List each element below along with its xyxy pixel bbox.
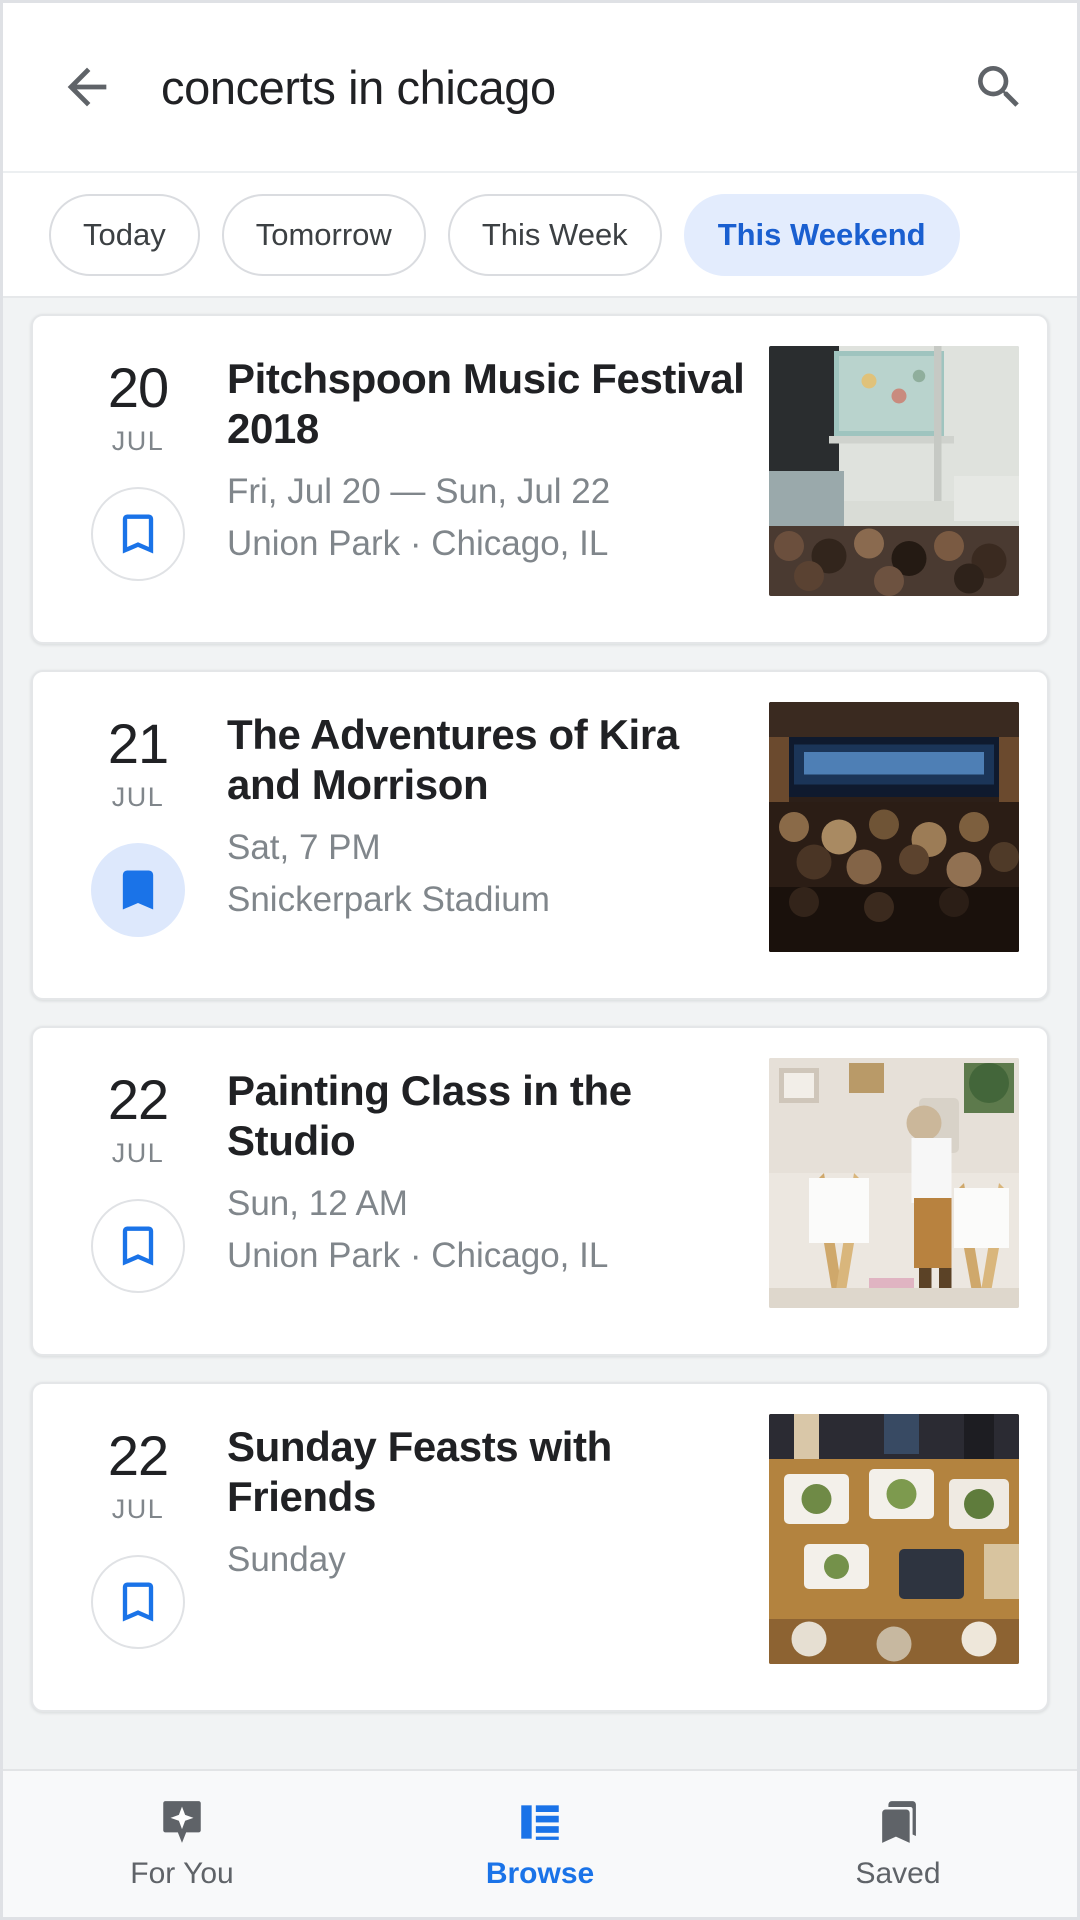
event-title: Pitchspoon Music Festival 2018: [227, 355, 745, 452]
event-title: Sunday Feasts with Friends: [227, 1423, 612, 1520]
filter-chip-today[interactable]: Today: [49, 193, 200, 276]
event-date-column: 22 JUL: [63, 1414, 213, 1680]
event-list[interactable]: 20 JUL Pitchspoon Music Festival 2018 Fr…: [3, 298, 1077, 1917]
event-info: The Adventures of Kira and Morrison Sat,…: [213, 702, 755, 968]
event-card[interactable]: 22 JUL Sunday Feasts with Friends Sunday: [31, 1382, 1049, 1712]
event-title: The Adventures of Kira and Morrison: [227, 711, 679, 808]
event-thumbnail[interactable]: [769, 1414, 1019, 1664]
event-date-day: 22: [107, 1424, 169, 1487]
list-icon: [521, 1805, 559, 1840]
event-info: Pitchspoon Music Festival 2018 Fri, Jul …: [213, 346, 755, 612]
filter-chip-label: Today: [83, 216, 166, 252]
filter-chip-row: Today Tomorrow This Week This Weekend: [3, 173, 1077, 298]
search-icon[interactable]: [967, 55, 1031, 119]
search-input[interactable]: concerts in chicago: [161, 60, 967, 115]
event-venue: Union Park · Chicago, IL: [227, 1235, 609, 1275]
bookmark-button[interactable]: [91, 1555, 185, 1649]
event-date-column: 22 JUL: [63, 1058, 213, 1324]
filter-chip-this-weekend[interactable]: This Weekend: [683, 193, 960, 276]
filter-chip-this-week[interactable]: This Week: [447, 193, 662, 276]
event-datetime: Sunday: [227, 1540, 346, 1580]
nav-item-label: For You: [130, 1857, 234, 1890]
sparkle-bubble-icon: [163, 1801, 201, 1843]
bookmark-button[interactable]: [91, 487, 185, 581]
bottom-navigation: For You Browse Saved: [3, 1769, 1077, 1917]
event-info: Painting Class in the Studio Sun, 12 AM …: [213, 1058, 755, 1324]
search-bar: concerts in chicago: [3, 3, 1077, 173]
bookmark-outline-icon: [122, 1582, 154, 1622]
event-date-column: 20 JUL: [63, 346, 213, 612]
filter-chip-label: Tomorrow: [255, 216, 392, 252]
event-card[interactable]: 20 JUL Pitchspoon Music Festival 2018 Fr…: [31, 314, 1049, 644]
event-date-day: 22: [107, 1068, 169, 1131]
bookmark-outline-icon: [122, 1226, 154, 1266]
app-screen: concerts in chicago Today Tomorrow This …: [0, 0, 1080, 1920]
event-venue: Union Park · Chicago, IL: [227, 523, 609, 563]
back-button[interactable]: [55, 55, 119, 119]
event-title: Painting Class in the Studio: [227, 1067, 632, 1164]
event-date-column: 21 JUL: [63, 702, 213, 968]
nav-item-label: Saved: [855, 1857, 941, 1890]
event-date-month: JUL: [111, 1138, 165, 1168]
nav-item-browse[interactable]: Browse: [361, 1771, 719, 1917]
event-datetime: Fri, Jul 20 — Sun, Jul 22: [227, 472, 611, 512]
event-venue: Snickerpark Stadium: [227, 879, 550, 919]
filter-chip-label: This Week: [481, 216, 628, 252]
bookmark-filled-icon: [122, 870, 154, 910]
event-datetime: Sun, 12 AM: [227, 1184, 408, 1224]
filter-chip-tomorrow[interactable]: Tomorrow: [221, 193, 426, 276]
event-date-month: JUL: [111, 1494, 165, 1524]
event-thumbnail[interactable]: [769, 702, 1019, 952]
event-thumbnail[interactable]: [769, 346, 1019, 596]
bookmark-button[interactable]: [91, 843, 185, 937]
event-datetime: Sat, 7 PM: [227, 828, 381, 868]
event-card[interactable]: 22 JUL Painting Class in the Studio Sun,…: [31, 1026, 1049, 1356]
event-date-month: JUL: [111, 782, 165, 812]
nav-item-saved[interactable]: Saved: [719, 1771, 1077, 1917]
event-thumbnail[interactable]: [769, 1058, 1019, 1308]
bookmark-outline-icon: [122, 514, 154, 554]
nav-item-for-you[interactable]: For You: [3, 1771, 361, 1917]
bookmarks-stack-icon: [882, 1801, 916, 1843]
bookmark-button[interactable]: [91, 1199, 185, 1293]
event-date-day: 21: [107, 712, 169, 775]
event-date-month: JUL: [111, 426, 165, 456]
event-info: Sunday Feasts with Friends Sunday: [213, 1414, 755, 1680]
event-card[interactable]: 21 JUL The Adventures of Kira and Morris…: [31, 670, 1049, 1000]
filter-chip-label: This Weekend: [717, 216, 926, 252]
nav-item-label: Browse: [485, 1857, 595, 1890]
event-date-day: 20: [107, 356, 169, 419]
